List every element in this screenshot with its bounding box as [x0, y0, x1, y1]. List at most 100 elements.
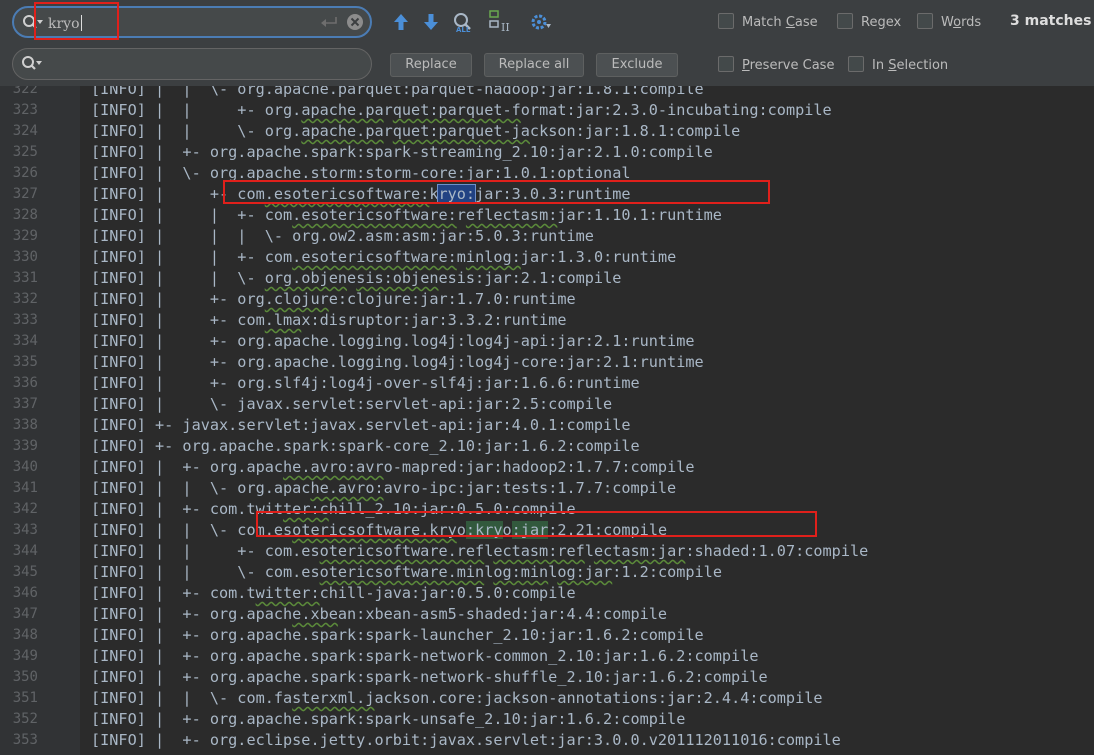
- line-text: [INFO] | +- org.eclipse.jetty.orbit:java…: [91, 731, 841, 749]
- spelling-squiggle: ectasm:jar: [593, 542, 686, 560]
- line-number: 348: [12, 627, 38, 643]
- line-text: [INFO] | +- org.apache.logging.log4j:log…: [91, 353, 704, 371]
- svg-text:II: II: [501, 21, 510, 33]
- spelling-squiggle: apache.pa: [301, 101, 384, 119]
- code-line: 329 [INFO] | | | \- org.ow2.asm:asm:jar:5…: [0, 226, 1094, 247]
- code-line: 343 [INFO] | | \- com.esotericsoftware.kr…: [0, 520, 1094, 541]
- replace-all-button[interactable]: Replace all: [484, 53, 584, 77]
- code-line: 332 [INFO] | +- org.clojure:clojure:jar:1…: [0, 289, 1094, 310]
- code-line: 323 [INFO] | | +- org.apache.parquet:parq…: [0, 100, 1094, 121]
- spelling-squiggle: ectasm:ref: [493, 542, 585, 560]
- spelling-squiggle: ter:c: [283, 500, 329, 518]
- clear-icon[interactable]: [346, 13, 364, 31]
- spelling-squiggle: sterxml.j: [292, 689, 375, 707]
- line-text: [INFO] | | +- com.esotericsoftware:refle…: [91, 206, 722, 224]
- spelling-squiggle: otericsoftware.ref: [319, 542, 485, 560]
- code-line: 337 [INFO] | \- javax.servlet:servlet-api…: [0, 394, 1094, 415]
- line-text: [INFO] | | \- org.objenesis:objenesis:ja…: [91, 269, 622, 287]
- line-text: [INFO] | | \- com.fasterxml.jackson.core…: [91, 689, 823, 707]
- code-line: 351 [INFO] | | \- com.fasterxml.jackson.c…: [0, 688, 1094, 709]
- spelling-squiggle: e.xbe: [292, 605, 338, 623]
- in-selection-checkbox[interactable]: In Selection: [848, 56, 948, 74]
- line-text: [INFO] | | \- org.apache.parquet:parquet…: [91, 122, 741, 140]
- spelling-squiggle: quet:parquet-ja: [392, 122, 530, 140]
- regex-checkbox[interactable]: Regex: [837, 13, 901, 31]
- spelling-squiggle: quet:parquet-f: [392, 101, 521, 119]
- line-text: [INFO] | +- com.esotericsoftware:kryo:ja…: [91, 184, 631, 204]
- line-number: 323: [12, 102, 38, 118]
- search-icon[interactable]: [21, 55, 43, 73]
- line-text: [INFO] | | \- org.apache.avro:avro-ipc:j…: [91, 479, 677, 497]
- preserve-case-checkbox-box[interactable]: [718, 56, 734, 72]
- code-line: 328 [INFO] | | +- com.esotericsoftware:re…: [0, 205, 1094, 226]
- preserve-case-checkbox[interactable]: Preserve Case: [718, 56, 834, 74]
- line-text: [INFO] | | \- com.esotericsoftware.minlo…: [91, 563, 722, 581]
- code-line: 322 [INFO] | | \- org.apache.parquet:parq…: [0, 86, 1094, 100]
- code-line: 340 [INFO] | +- org.apache.avro:avro-mapr…: [0, 457, 1094, 478]
- line-number: 337: [12, 396, 38, 412]
- code-line: 326 [INFO] | \- org.apache.storm:storm-co…: [0, 163, 1094, 184]
- match-case-checkbox-box[interactable]: [718, 13, 734, 29]
- code-line: 350 [INFO] | +- org.apache.spark:spark-ne…: [0, 667, 1094, 688]
- search-match: :jar: [511, 521, 549, 539]
- line-number: 342: [12, 501, 38, 517]
- replace-field[interactable]: [12, 48, 372, 80]
- editor-area[interactable]: 322 [INFO] | | \- org.apache.parquet:parq…: [0, 86, 1094, 755]
- line-text: [INFO] | +- org.apache.spark:spark-unsaf…: [91, 710, 686, 728]
- line-number: 350: [12, 669, 38, 685]
- exclude-button[interactable]: Exclude: [596, 53, 678, 77]
- svg-text:ALL: ALL: [456, 26, 471, 33]
- spelling-squiggle: .esotericsoftware:: [292, 248, 457, 266]
- code-line: 341 [INFO] | | \- org.apache.avro:avro-ip…: [0, 478, 1094, 499]
- code-line: 348 [INFO] | +- org.apache.spark:spark-la…: [0, 625, 1094, 646]
- code-line: 344 [INFO] | | +- com.esotericsoftware.re…: [0, 541, 1094, 562]
- line-number: 340: [12, 459, 38, 475]
- spelling-squiggle: witter:: [255, 584, 320, 602]
- line-number: 333: [12, 312, 38, 328]
- spelling-squiggle: og:min: [493, 563, 549, 581]
- code-line: 347 [INFO] | +- org.apache.xbean:xbean-as…: [0, 604, 1094, 625]
- in-selection-checkbox-box[interactable]: [848, 56, 864, 72]
- history-icon[interactable]: [320, 15, 338, 29]
- spelling-squiggle: .clojur: [264, 290, 329, 308]
- find-input[interactable]: kryo: [48, 15, 82, 32]
- regex-checkbox-box[interactable]: [837, 13, 853, 29]
- line-text: [INFO] | \- javax.servlet:servlet-api:ja…: [91, 395, 613, 413]
- line-number: 338: [12, 417, 38, 433]
- spelling-squiggle: .lma: [264, 311, 302, 329]
- code-line: 325 [INFO] | +- org.apache.spark:spark-st…: [0, 142, 1094, 163]
- search-match: :kry: [465, 521, 503, 539]
- line-text: [INFO] | +- org.clojure:clojure:jar:1.7.…: [91, 290, 576, 308]
- replace-button[interactable]: Replace: [390, 53, 472, 77]
- line-number: 344: [12, 543, 38, 559]
- line-text: [INFO] | | | \- org.ow2.asm:asm:jar:5.0.…: [91, 227, 594, 245]
- line-text: [INFO] | +- org.apache.avro:avro-mapred:…: [91, 458, 695, 476]
- find-field[interactable]: kryo: [12, 6, 372, 38]
- find-all-icon[interactable]: ALL: [452, 11, 474, 33]
- prev-occurrence-icon[interactable]: [392, 12, 410, 32]
- line-text: [INFO] | +- com.twitter:chill-java:jar:0…: [91, 584, 576, 602]
- code-line: 334 [INFO] | +- org.apache.logging.log4j:…: [0, 331, 1094, 352]
- line-number: 332: [12, 291, 38, 307]
- code-line: 335 [INFO] | +- org.apache.logging.log4j:…: [0, 352, 1094, 373]
- select-all-occurrences-icon[interactable]: II: [488, 9, 514, 33]
- line-number: 328: [12, 207, 38, 223]
- spelling-squiggle: .esotericsoftware:: [292, 206, 457, 224]
- words-checkbox-box[interactable]: [917, 13, 933, 29]
- next-occurrence-icon[interactable]: [422, 12, 440, 32]
- match-case-checkbox[interactable]: Match Case: [718, 13, 818, 31]
- line-number: 325: [12, 144, 38, 160]
- spelling-squiggle: otericsoftware.min: [319, 563, 485, 581]
- code-line: 346 [INFO] | +- com.twitter:chill-java:ja…: [0, 583, 1094, 604]
- line-number: 330: [12, 249, 38, 265]
- line-text: [INFO] | +- com.twitter:chill_2.10:jar:0…: [91, 500, 576, 518]
- words-checkbox[interactable]: Words: [917, 13, 981, 31]
- spelling-squiggle: eflectasm:: [465, 206, 558, 224]
- line-number: 353: [12, 732, 38, 748]
- line-number: 347: [12, 606, 38, 622]
- search-icon[interactable]: [22, 14, 44, 32]
- code-line: 349 [INFO] | +- org.apache.spark:spark-ne…: [0, 646, 1094, 667]
- line-number: 329: [12, 228, 38, 244]
- settings-icon[interactable]: [530, 12, 552, 32]
- line-text: [INFO] +- javax.servlet:javax.servlet-ap…: [91, 416, 631, 434]
